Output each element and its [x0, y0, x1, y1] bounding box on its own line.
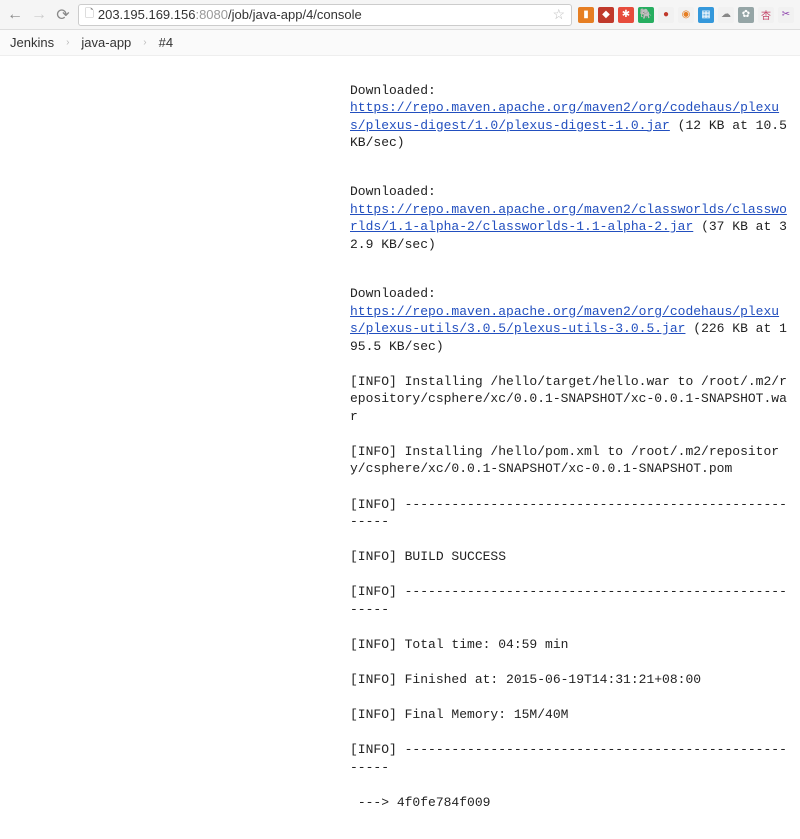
info-build-success: [INFO] BUILD SUCCESS — [350, 548, 790, 566]
breadcrumb-jenkins[interactable]: Jenkins — [10, 35, 54, 50]
ext-icon-2[interactable]: ◆ — [598, 7, 614, 23]
download-block: Downloaded: https://repo.maven.apache.or… — [350, 285, 790, 355]
info-line: [INFO] ---------------------------------… — [350, 741, 790, 776]
url-text: 203.195.169.156:8080/job/java-app/4/cons… — [98, 7, 549, 22]
info-line: [INFO] ---------------------------------… — [350, 583, 790, 618]
ext-icon-4[interactable]: 🐘 — [638, 7, 654, 23]
build-hash: ---> 4f0fe784f009 — [350, 794, 790, 812]
ext-icon-8[interactable]: ☁ — [718, 7, 734, 23]
ext-icon-10[interactable]: 杏 — [758, 7, 774, 23]
console-output: Downloaded: https://repo.maven.apache.or… — [0, 56, 800, 839]
reload-button[interactable]: ⟳ — [54, 6, 72, 24]
breadcrumb-sep-icon: › — [66, 37, 69, 48]
page-icon: 🗋 — [85, 5, 94, 24]
ext-icon-7[interactable]: ▦ — [698, 7, 714, 23]
breadcrumb-build[interactable]: #4 — [159, 35, 173, 50]
ext-icon-9[interactable]: ✿ — [738, 7, 754, 23]
info-total-time: [INFO] Total time: 04:59 min — [350, 636, 790, 654]
info-finished-at: [INFO] Finished at: 2015-06-19T14:31:21+… — [350, 671, 790, 689]
ext-icon-11[interactable]: ✂ — [778, 7, 794, 23]
ext-icon-6[interactable]: ◉ — [678, 7, 694, 23]
breadcrumb: Jenkins › java-app › #4 — [0, 30, 800, 56]
info-line: [INFO] Installing /hello/pom.xml to /roo… — [350, 443, 790, 478]
ext-icon-1[interactable]: ▮ — [578, 7, 594, 23]
ext-icon-5[interactable]: ● — [658, 7, 674, 23]
download-block: Downloaded: https://repo.maven.apache.or… — [350, 183, 790, 253]
info-line: [INFO] ---------------------------------… — [350, 496, 790, 531]
info-line: [INFO] Installing /hello/target/hello.wa… — [350, 373, 790, 426]
back-button[interactable]: ← — [6, 6, 24, 24]
browser-toolbar: ← → ⟳ 🗋 203.195.169.156:8080/job/java-ap… — [0, 0, 800, 30]
breadcrumb-job[interactable]: java-app — [81, 35, 131, 50]
bookmark-star-icon[interactable]: ☆ — [552, 6, 565, 23]
extension-icons: ▮ ◆ ✱ 🐘 ● ◉ ▦ ☁ ✿ 杏 ✂ — [578, 7, 794, 23]
download-label: Downloaded: — [350, 184, 444, 199]
download-block: Downloaded: https://repo.maven.apache.or… — [350, 82, 790, 152]
download-label: Downloaded: — [350, 286, 444, 301]
forward-button[interactable]: → — [30, 6, 48, 24]
download-label: Downloaded: — [350, 83, 444, 98]
address-bar[interactable]: 🗋 203.195.169.156:8080/job/java-app/4/co… — [78, 4, 572, 26]
ext-icon-3[interactable]: ✱ — [618, 7, 634, 23]
breadcrumb-sep-icon: › — [143, 37, 146, 48]
info-final-memory: [INFO] Final Memory: 15M/40M — [350, 706, 790, 724]
